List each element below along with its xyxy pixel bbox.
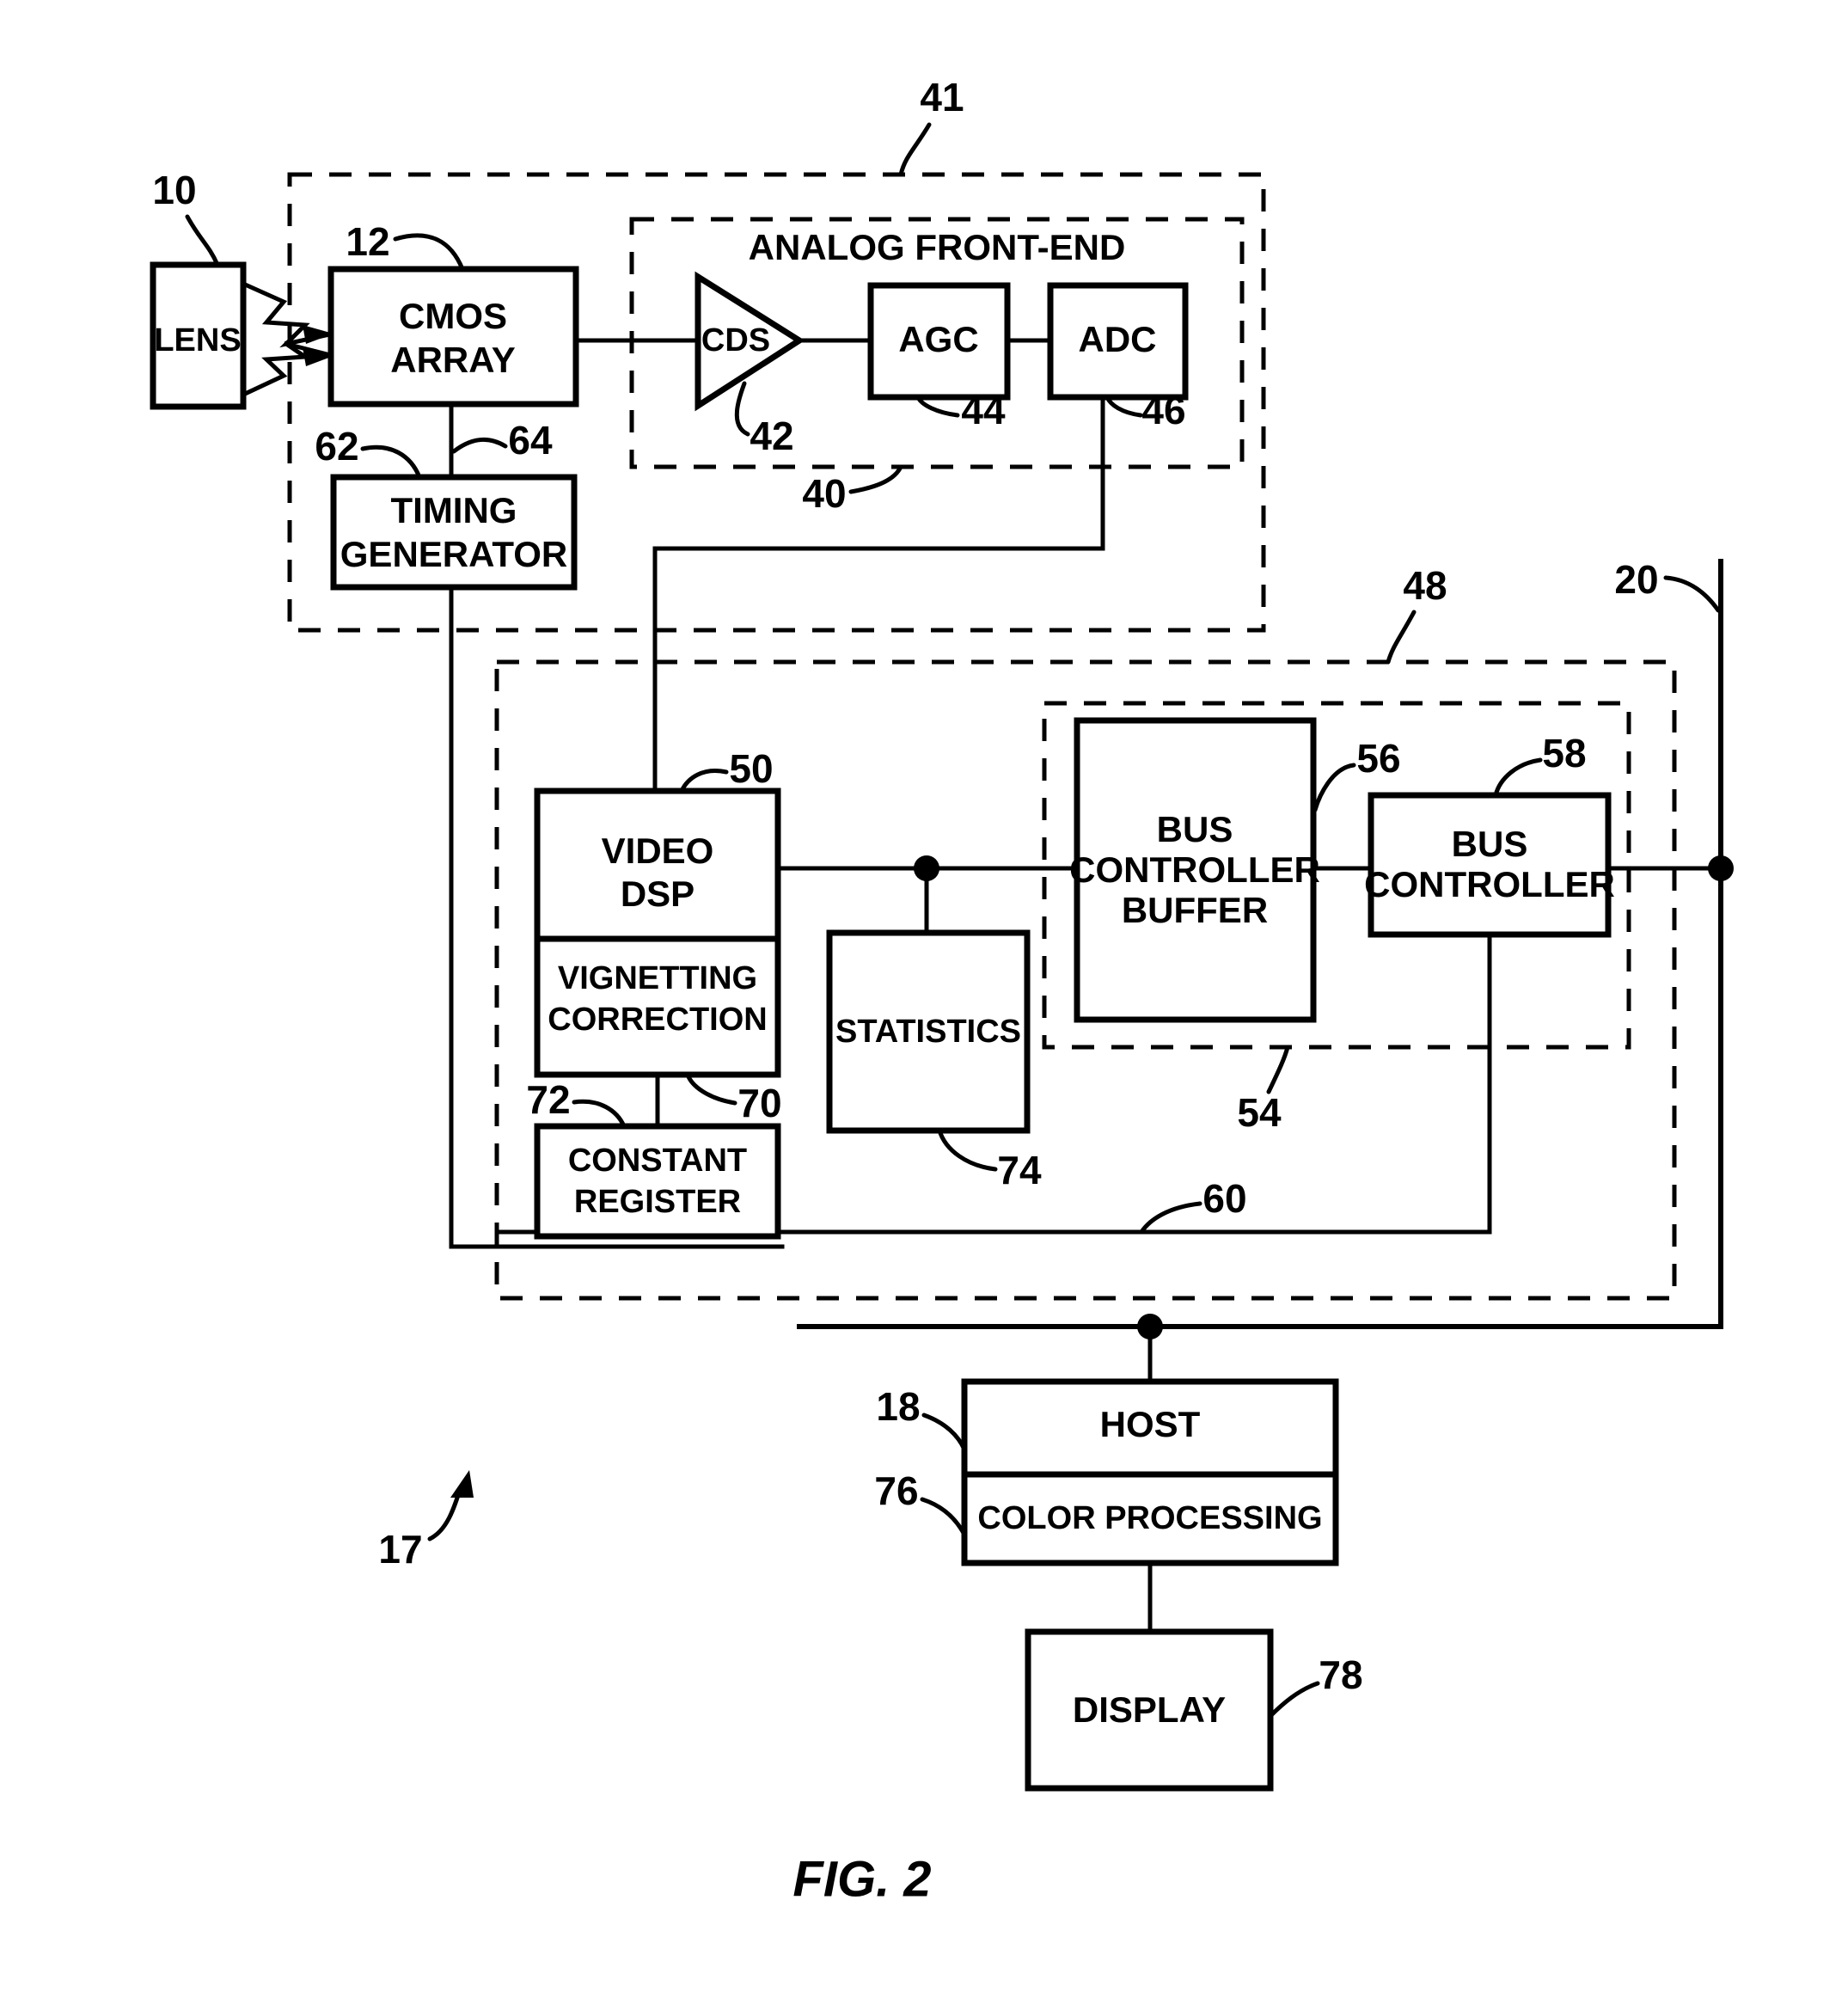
leader-display [1268, 1681, 1320, 1719]
wire-adc-to-video-dsp [652, 395, 1105, 794]
leader-video-dsp [679, 769, 729, 794]
patent-figure-2: LENS CMOS ARRAY TIMING GENERATOR ANALOG … [0, 0, 1848, 1998]
leader-external-bus [1663, 575, 1721, 613]
block-cds-label: CDS [701, 322, 770, 359]
block-adc-label: ADC [1079, 319, 1157, 359]
ref-number-color-processing: 76 [874, 1468, 918, 1513]
block-timing-generator-label-1: TIMING [391, 490, 517, 530]
block-bus-controller-buffer-label-2: CONTROLLER [1069, 849, 1320, 890]
block-lens-label: LENS [154, 322, 241, 359]
block-bus-controller-label-1: BUS [1452, 824, 1528, 864]
block-cmos-array[interactable] [327, 266, 579, 408]
ref-number-bus-controller: 58 [1542, 731, 1586, 775]
ref-number-adc: 46 [1141, 388, 1185, 432]
ref-number-statistics: 74 [997, 1148, 1042, 1192]
leader-internal-bus [1139, 1201, 1202, 1235]
figure-caption: FIG. 2 [792, 1851, 931, 1907]
ref-number-bus-group: 54 [1237, 1090, 1282, 1135]
ref-number-constant-register: 72 [526, 1077, 570, 1122]
ref-number-lens: 10 [152, 168, 196, 212]
group-analog-front-end-title: ANALOG FRONT-END [749, 227, 1126, 267]
leader-statistics [937, 1128, 998, 1172]
block-bus-controller-buffer-label-3: BUFFER [1122, 890, 1268, 930]
ref-number-sensor-module: 41 [920, 75, 964, 120]
leader-bus-group [1266, 1045, 1290, 1094]
ref-number-agc: 44 [961, 388, 1006, 432]
leader-timing-generator [360, 444, 422, 480]
ref-number-video-dsp: 50 [729, 746, 773, 791]
block-agc-label: AGC [898, 319, 978, 359]
ref-number-analog-front-end: 40 [802, 471, 846, 516]
leader-sensor-module [898, 122, 932, 177]
leader-bus-controller-buffer [1313, 763, 1356, 812]
figure-canvas: LENS CMOS ARRAY TIMING GENERATOR ANALOG … [150, 75, 1734, 1907]
block-video-dsp-label-1: VIDEO [602, 830, 714, 871]
ref-number-internal-bus: 60 [1202, 1176, 1246, 1221]
block-host-label: HOST [1100, 1404, 1201, 1444]
leader-host [921, 1413, 967, 1452]
block-vignetting-correction-label-1: VIGNETTING [558, 960, 757, 996]
leader-cmos-clock-line [451, 437, 508, 454]
leader-cmos-array [393, 233, 465, 272]
block-vignetting-correction-label-2: CORRECTION [548, 1002, 767, 1038]
ref-number-cds: 42 [750, 414, 793, 458]
block-timing-generator-label-2: GENERATOR [340, 534, 567, 574]
block-color-processing-label: COLOR PROCESSING [977, 1500, 1322, 1536]
leader-color-processing [920, 1497, 967, 1537]
block-display-label: DISPLAY [1073, 1689, 1226, 1730]
block-statistics-label: STATISTICS [835, 1014, 1021, 1050]
ref-number-system: 17 [378, 1527, 422, 1572]
leader-vignetting-correction [685, 1072, 737, 1106]
ref-number-vignetting-correction: 70 [737, 1081, 781, 1125]
light-ray-lower [240, 340, 312, 398]
ref-number-cmos-array: 12 [346, 219, 389, 264]
leader-analog-front-end [848, 464, 903, 494]
block-cmos-array-label-1: CMOS [399, 296, 507, 336]
ref-number-cmos-clock-line: 64 [508, 418, 553, 463]
leader-cds [734, 381, 750, 437]
block-constant-register-label-2: REGISTER [574, 1184, 741, 1220]
leader-system-arrowhead [450, 1470, 474, 1498]
ref-number-host: 18 [876, 1384, 920, 1429]
ref-number-external-bus: 20 [1614, 557, 1658, 602]
block-constant-register-label-1: CONSTANT [568, 1143, 747, 1179]
ref-number-timing-generator: 62 [315, 424, 358, 469]
leader-bus-controller [1493, 757, 1543, 798]
leader-constant-register [572, 1099, 627, 1129]
block-bus-controller-buffer-label-1: BUS [1157, 809, 1233, 849]
ref-number-display: 78 [1319, 1652, 1362, 1697]
ref-number-bus-controller-buffer: 56 [1356, 736, 1400, 781]
ref-number-processor-module: 48 [1403, 563, 1447, 608]
block-bus-controller-label-2: CONTROLLER [1364, 864, 1615, 904]
block-video-dsp-label-2: DSP [621, 873, 695, 914]
block-cmos-array-label-2: ARRAY [390, 340, 515, 380]
leader-processor-module [1386, 610, 1417, 665]
leader-lens [185, 214, 220, 267]
